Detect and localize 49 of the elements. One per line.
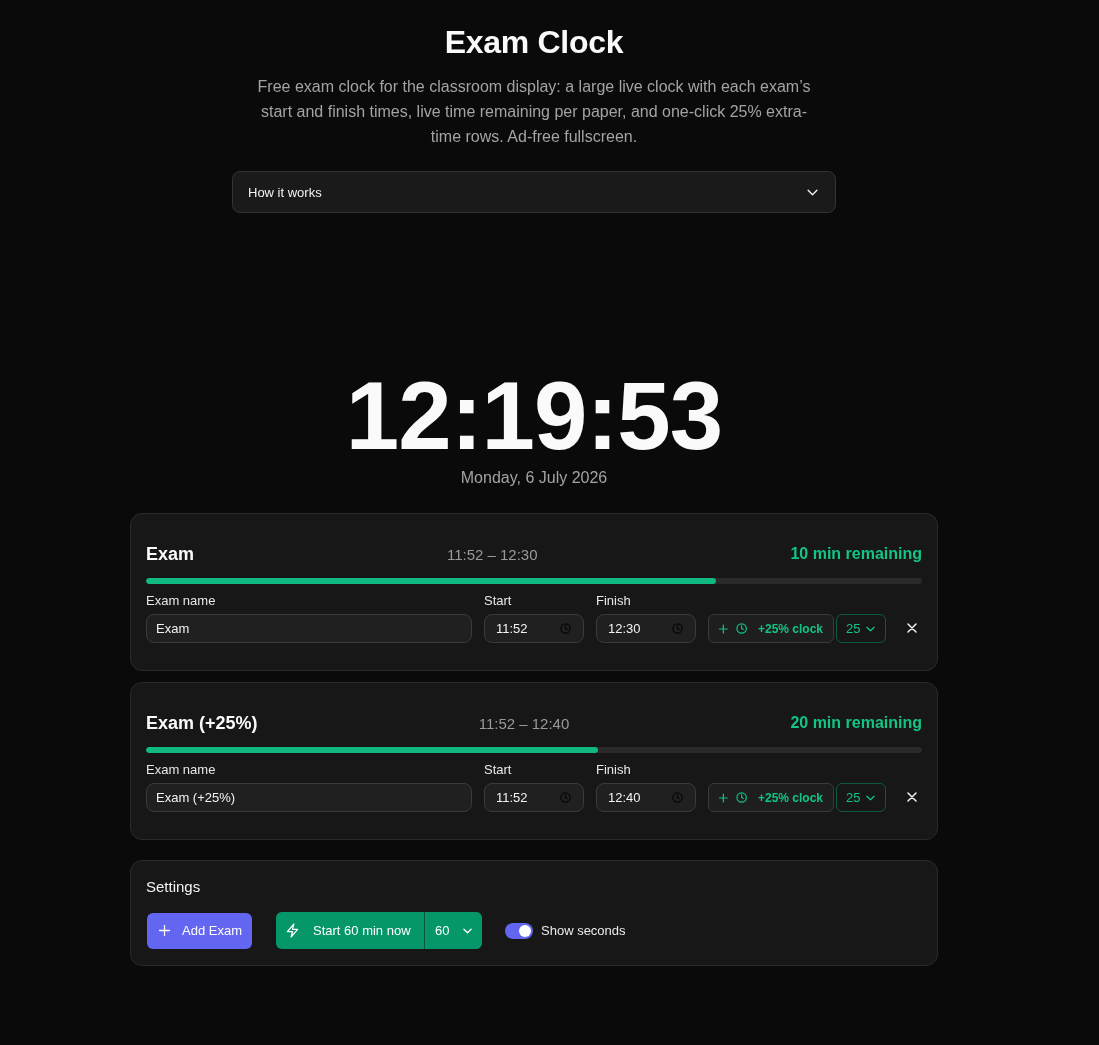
exam-title: Exam <box>146 543 195 565</box>
lightning-icon <box>286 923 299 938</box>
field-label: Start <box>484 761 513 779</box>
add-exam-button[interactable]: Add Exam <box>147 912 252 949</box>
clock-icon <box>735 622 747 635</box>
field-label: Start <box>484 592 513 610</box>
plus-icon <box>719 792 728 803</box>
exam-name-field[interactable]: Exam (+25%) <box>146 783 472 812</box>
settings-title: Settings <box>146 877 202 897</box>
page-description: Free exam clock for the classroom display: a large live clock with each exam’s start and finish times, live time remaining per paper, and one-click 25% extra-time rows. Ad-free fullscreen. <box>256 77 812 147</box>
close-icon[interactable] <box>907 623 917 633</box>
extra-time-button[interactable]: +25% clock <box>708 783 834 812</box>
plus-icon <box>159 925 170 936</box>
clock-icon <box>560 623 571 634</box>
page-title: Exam Clock <box>444 23 624 62</box>
exam-title: Exam (+25%) <box>146 712 258 734</box>
finish-time-field[interactable]: 12:30 <box>596 614 696 643</box>
chevron-icon <box>866 794 875 801</box>
how-it-works-accordion[interactable]: How it works <box>232 171 836 213</box>
time-remaining: 10 min remaining <box>790 545 922 563</box>
extra-percent-dropdown[interactable]: 25 <box>836 783 886 812</box>
start-time-field[interactable]: 11:52 <box>484 783 584 812</box>
start-time-field[interactable]: 11:52 <box>484 614 584 643</box>
extra-time-button[interactable]: +25% clock <box>708 614 834 643</box>
toggle-label: Show seconds <box>541 923 626 938</box>
clock-icon <box>560 792 571 803</box>
plus-icon <box>719 623 728 634</box>
clock-icon <box>672 623 683 634</box>
time-remaining: 20 min remaining <box>790 714 922 732</box>
duration-dropdown[interactable]: 60 <box>425 912 482 949</box>
finish-time-field[interactable]: 12:40 <box>596 783 696 812</box>
extra-percent-dropdown[interactable]: 25 <box>836 614 886 643</box>
chevron-icon <box>463 927 472 934</box>
clock-icon <box>735 791 747 804</box>
field-label: Exam name <box>146 761 217 779</box>
chevron-icon <box>866 625 875 632</box>
exam-time-range: 11:52 – 12:40 <box>478 714 570 732</box>
clock-time: 12:19:53 <box>345 368 723 464</box>
clock-date: Monday, 6 July 2026 <box>460 468 608 488</box>
start-timer-button[interactable]: Start 60 min now <box>276 912 424 949</box>
field-label: Exam name <box>146 592 217 610</box>
show-seconds-toggle[interactable] <box>505 922 533 939</box>
chevron-icon <box>807 188 818 196</box>
exam-name-field[interactable]: Exam <box>146 614 472 643</box>
field-label: Finish <box>596 761 632 779</box>
field-label: Finish <box>596 592 632 610</box>
close-icon[interactable] <box>907 792 917 802</box>
exam-time-range: 11:52 – 12:30 <box>446 545 538 563</box>
clock-icon <box>672 792 683 803</box>
